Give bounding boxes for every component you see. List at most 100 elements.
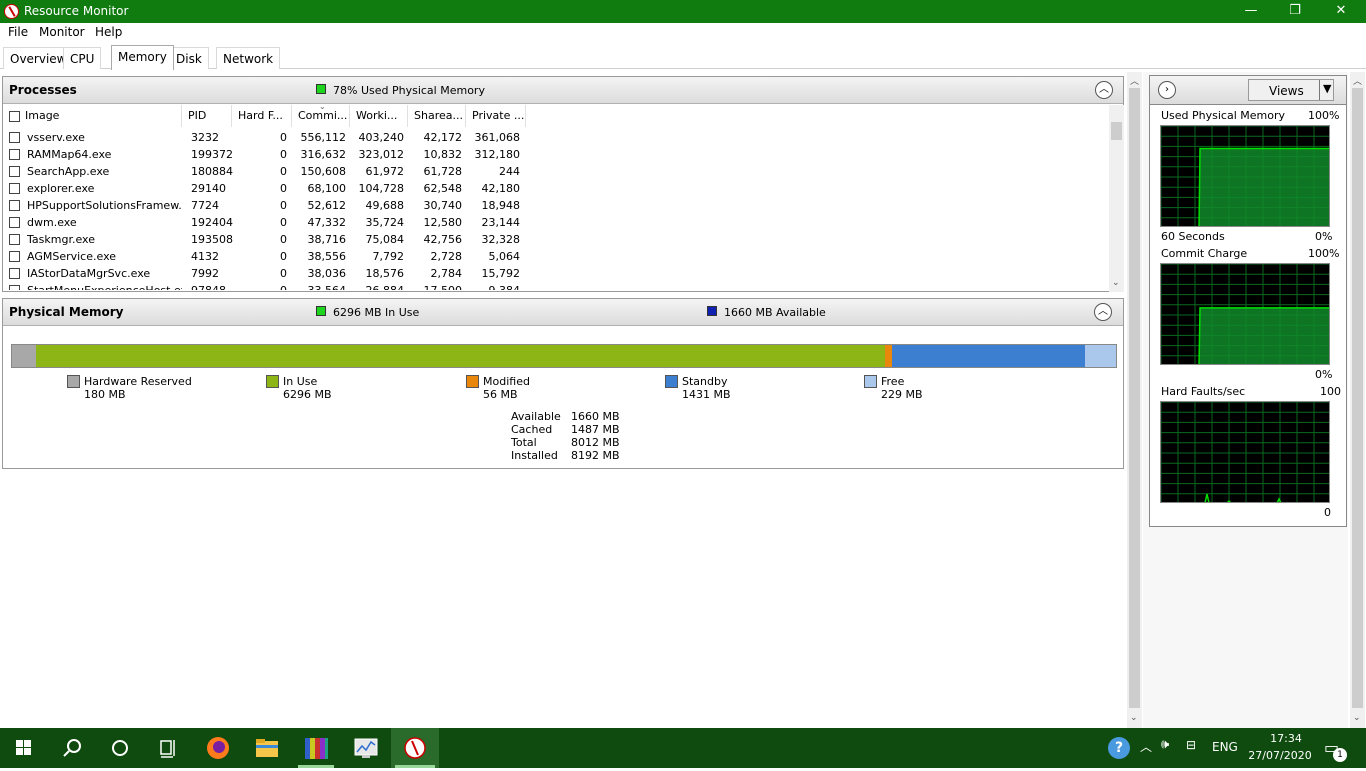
clock-time[interactable]: 17:34 bbox=[1264, 732, 1308, 745]
row-checkbox[interactable] bbox=[9, 166, 20, 177]
graph-scroll-thumb[interactable] bbox=[1352, 88, 1363, 708]
scroll-thumb[interactable] bbox=[1111, 122, 1122, 140]
col-hard-faults[interactable]: Hard F... bbox=[232, 105, 292, 127]
task-view-icon[interactable] bbox=[144, 728, 192, 768]
main-scrollbar[interactable]: ︿ ⌄ bbox=[1127, 72, 1142, 728]
performance-monitor-icon[interactable] bbox=[342, 728, 390, 768]
row-checkbox[interactable] bbox=[9, 149, 20, 160]
tab-network[interactable]: Network bbox=[216, 47, 281, 69]
graph2-min: 0% bbox=[1315, 368, 1333, 381]
table-cell: 361,068 bbox=[474, 131, 521, 144]
col-private[interactable]: Private ... bbox=[466, 105, 526, 127]
resource-monitor-taskbar-icon[interactable] bbox=[391, 728, 439, 768]
row-checkbox[interactable] bbox=[9, 217, 20, 228]
col-working-set[interactable]: Worki... bbox=[350, 105, 408, 127]
scroll-down-icon[interactable]: ⌄ bbox=[1112, 278, 1120, 288]
views-dropdown[interactable]: Views ▼ bbox=[1248, 79, 1334, 101]
close-button[interactable]: ✕ bbox=[1318, 0, 1364, 23]
stat-label: Available bbox=[511, 410, 561, 423]
minimize-button[interactable]: — bbox=[1228, 0, 1274, 23]
scroll-down-icon[interactable]: ⌄ bbox=[1353, 713, 1361, 723]
stat-label: Total bbox=[511, 436, 537, 449]
row-checkbox[interactable] bbox=[9, 234, 20, 245]
table-row[interactable]: HPSupportSolutionsFramew... 7724 0 52,612 49… bbox=[5, 198, 525, 215]
search-icon[interactable] bbox=[48, 728, 96, 768]
language-indicator[interactable]: ENG bbox=[1212, 740, 1238, 754]
legend-label: Free bbox=[881, 375, 905, 388]
stat-value: 8192 MB bbox=[571, 449, 620, 462]
table-row[interactable]: Taskmgr.exe 193508 0 38,716 75,084 42,756 32,3… bbox=[5, 232, 525, 249]
table-row[interactable]: RAMMap64.exe 199372 0 316,632 323,012 10,832 3… bbox=[5, 147, 525, 164]
col-shareable[interactable]: Sharea... bbox=[408, 105, 466, 127]
help-icon[interactable]: ? bbox=[1108, 737, 1130, 759]
table-cell: 0 bbox=[280, 250, 287, 263]
row-checkbox[interactable] bbox=[9, 200, 20, 211]
table-cell: AGMService.exe bbox=[27, 250, 117, 263]
legend-swatch bbox=[67, 375, 80, 388]
table-cell: 61,972 bbox=[365, 165, 405, 178]
collapse-processes-icon[interactable]: ︿ bbox=[1095, 81, 1113, 99]
legend-label: Modified bbox=[483, 375, 530, 388]
main-scroll-thumb[interactable] bbox=[1129, 88, 1140, 708]
sort-down-icon: ⌄ bbox=[319, 102, 326, 111]
menu-file[interactable]: File bbox=[8, 25, 28, 39]
collapse-physical-icon[interactable]: ︿ bbox=[1094, 303, 1112, 321]
table-row[interactable]: dwm.exe 192404 0 47,332 35,724 12,580 23,144 bbox=[5, 215, 525, 232]
physical-memory-header[interactable]: Physical Memory 6296 MB In Use 1660 MB A… bbox=[3, 299, 1123, 326]
available-swatch bbox=[707, 306, 717, 316]
legend-value: 6296 MB bbox=[283, 388, 332, 401]
cortana-icon[interactable] bbox=[96, 728, 144, 768]
legend-value: 180 MB bbox=[84, 388, 126, 401]
legend-label: In Use bbox=[283, 375, 318, 388]
tab-disk[interactable]: Disk bbox=[169, 47, 209, 69]
table-row[interactable]: explorer.exe 29140 0 68,100 104,728 62,548 42,… bbox=[5, 181, 525, 198]
network-icon[interactable]: ⊟ bbox=[1186, 738, 1196, 752]
table-cell: 42,756 bbox=[423, 233, 463, 246]
legend-swatch bbox=[266, 375, 279, 388]
graph3-min: 0 bbox=[1324, 506, 1331, 519]
row-checkbox[interactable] bbox=[9, 132, 20, 143]
memory-bar-segment bbox=[36, 345, 885, 367]
graph-scrollbar[interactable]: ︿ ⌄ bbox=[1350, 72, 1365, 728]
speaker-icon[interactable]: 🕪 bbox=[1161, 737, 1169, 752]
graph1-min: 0% bbox=[1315, 230, 1333, 243]
table-row[interactable]: AGMService.exe 4132 0 38,556 7,792 2,728 5,064 bbox=[5, 249, 525, 266]
row-checkbox[interactable] bbox=[9, 268, 20, 279]
table-cell: RAMMap64.exe bbox=[27, 148, 112, 161]
firefox-icon[interactable] bbox=[194, 728, 242, 768]
menu-help[interactable]: Help bbox=[95, 25, 122, 39]
file-explorer-icon[interactable] bbox=[243, 728, 291, 768]
legend-value: 1431 MB bbox=[682, 388, 731, 401]
scroll-up-icon[interactable]: ︿ bbox=[1353, 74, 1362, 87]
scroll-down-icon[interactable]: ⌄ bbox=[1130, 713, 1138, 723]
menu-monitor[interactable]: Monitor bbox=[39, 25, 85, 39]
start-button[interactable] bbox=[0, 728, 48, 768]
row-checkbox[interactable] bbox=[9, 251, 20, 262]
table-row[interactable]: vsserv.exe 3232 0 556,112 403,240 42,172 361,0… bbox=[5, 130, 525, 147]
restore-button[interactable]: ❐ bbox=[1272, 0, 1318, 23]
tab-memory[interactable]: Memory bbox=[111, 45, 174, 70]
resource-monitor-icon bbox=[4, 4, 19, 19]
table-row[interactable]: IAStorDataMgrSvc.exe 7992 0 38,036 18,576 2,7… bbox=[5, 266, 525, 283]
taskbar: ? ︿ 🕪 ⊟ ENG 17:34 27/07/2020 ▭ 1 bbox=[0, 728, 1366, 768]
clock-date[interactable]: 27/07/2020 bbox=[1248, 749, 1312, 762]
collapse-graphs-icon[interactable]: › bbox=[1158, 81, 1176, 99]
table-row[interactable]: SearchApp.exe 180884 0 150,608 61,972 61,728 2… bbox=[5, 164, 525, 181]
stat-value: 1660 MB bbox=[571, 410, 620, 423]
graph-toolbar: › Views ▼ bbox=[1149, 75, 1347, 105]
physical-memory-panel: Physical Memory 6296 MB In Use 1660 MB A… bbox=[2, 298, 1124, 469]
scroll-up-icon[interactable]: ︿ bbox=[1130, 74, 1139, 87]
col-pid[interactable]: PID bbox=[182, 105, 232, 127]
row-checkbox[interactable] bbox=[9, 285, 20, 290]
winrar-icon[interactable] bbox=[292, 728, 340, 768]
table-cell: 7992 bbox=[191, 267, 219, 280]
row-checkbox[interactable] bbox=[9, 183, 20, 194]
table-row[interactable]: StartMenuExperienceHost.exe 978480 33,564 2… bbox=[5, 283, 525, 290]
graph3-max: 100 bbox=[1320, 385, 1341, 398]
chevron-up-icon[interactable]: ︿ bbox=[1140, 738, 1152, 755]
processes-header[interactable]: Processes 78% Used Physical Memory ︿ bbox=[3, 77, 1123, 104]
tab-cpu[interactable]: CPU bbox=[63, 47, 102, 69]
used-physical-memory-graph bbox=[1160, 125, 1330, 227]
process-scrollbar[interactable]: ⌄ bbox=[1109, 105, 1124, 292]
col-image[interactable]: Image bbox=[19, 105, 182, 127]
